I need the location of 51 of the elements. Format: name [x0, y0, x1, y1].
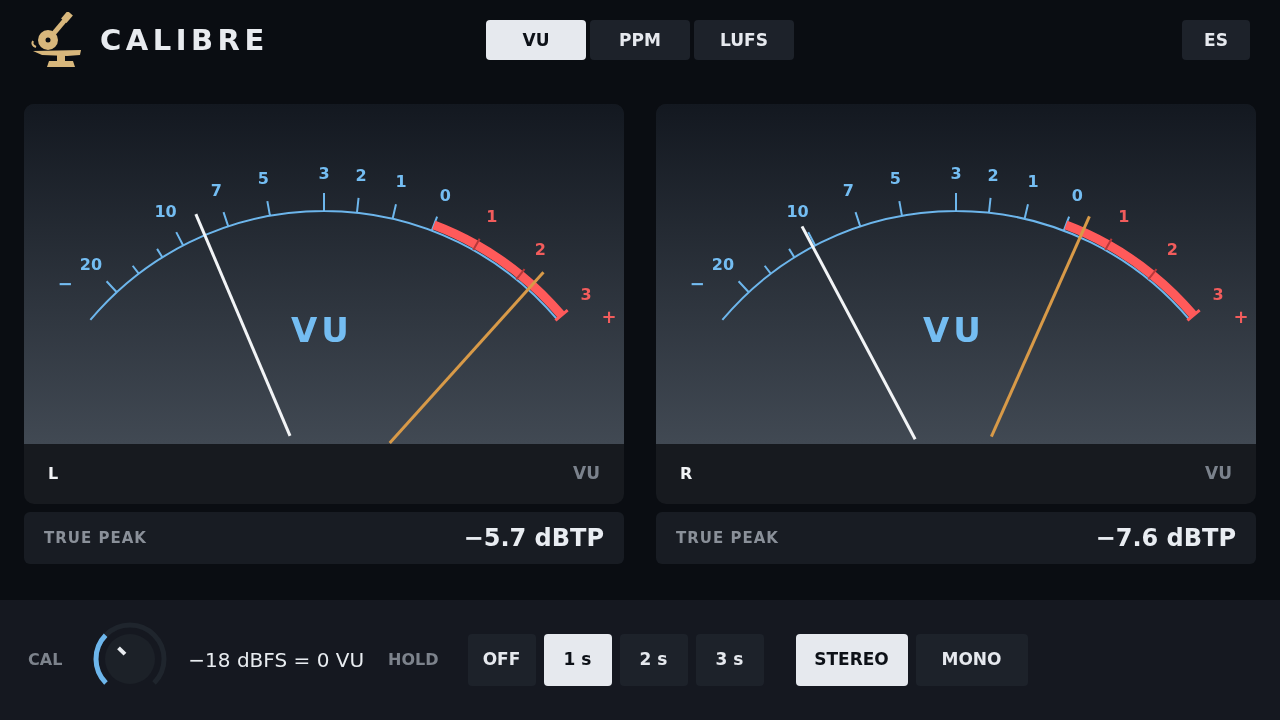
scale-label: 10	[786, 202, 809, 222]
hold-label: HOLD	[388, 649, 439, 671]
scale-label: 2	[355, 165, 367, 185]
scale-label: 5	[257, 168, 269, 188]
language-button[interactable]: ES	[1182, 20, 1250, 60]
true-peak-label: TRUE PEAK	[44, 527, 147, 549]
unit-label: VU	[1205, 462, 1232, 486]
scale-label: 2	[534, 240, 546, 260]
scale-label: 20	[711, 254, 735, 274]
scale-label: 1	[395, 172, 407, 192]
scale-label: 7	[210, 180, 222, 200]
scale-label: 20	[79, 254, 103, 274]
scale-label: 0	[1071, 185, 1083, 205]
unit-label: VU	[573, 462, 600, 486]
scale-sign: +	[1233, 305, 1249, 327]
scale-label: 1	[1027, 172, 1039, 192]
true-peak-value: −7.6 dBTP	[1095, 523, 1236, 554]
channel-mode-button[interactable]: STEREO	[795, 634, 908, 686]
hold-option-button[interactable]: 2 s	[619, 634, 688, 686]
mode-tab[interactable]: VU	[486, 20, 586, 60]
scale-label: 2	[987, 165, 999, 185]
true-peak-label: TRUE PEAK	[676, 527, 779, 549]
hold-option-button[interactable]: 3 s	[695, 634, 764, 686]
scale-label: 2	[1166, 240, 1178, 260]
channel-label: L	[48, 463, 59, 485]
scale-label: 5	[889, 168, 901, 188]
scale-label: 7	[842, 180, 854, 200]
hold-option-button[interactable]: OFF	[467, 634, 536, 686]
scale-sign: −	[57, 272, 73, 294]
mode-tab[interactable]: PPM	[590, 20, 690, 60]
scale-label: 3	[1212, 285, 1224, 305]
scale-sign: −	[689, 272, 705, 294]
scale-label: 3	[580, 285, 592, 305]
channel-label: R	[680, 463, 693, 485]
channel-mode-button[interactable]: MONO	[915, 634, 1028, 686]
mode-tab[interactable]: LUFS	[694, 20, 794, 60]
scale-label: 0	[439, 185, 451, 205]
scale-label: 3	[318, 163, 330, 183]
scale-label: 3	[950, 163, 962, 183]
scale-sign: +	[601, 305, 617, 327]
scale-label: 10	[154, 202, 177, 222]
meter-face-label: VU	[923, 310, 985, 350]
true-peak-value: −5.7 dBTP	[463, 523, 604, 554]
app-name: CALIBRE	[100, 25, 269, 55]
calibration-reading: −18 dBFS = 0 VU	[188, 647, 365, 674]
scale-label: 1	[1118, 207, 1130, 227]
scale-label: 1	[486, 207, 498, 227]
hold-option-button[interactable]: 1 s	[543, 634, 612, 686]
cal-label: CAL	[28, 649, 63, 671]
meter-face-label: VU	[291, 310, 353, 350]
lute-anvil-logo-icon	[30, 12, 82, 68]
